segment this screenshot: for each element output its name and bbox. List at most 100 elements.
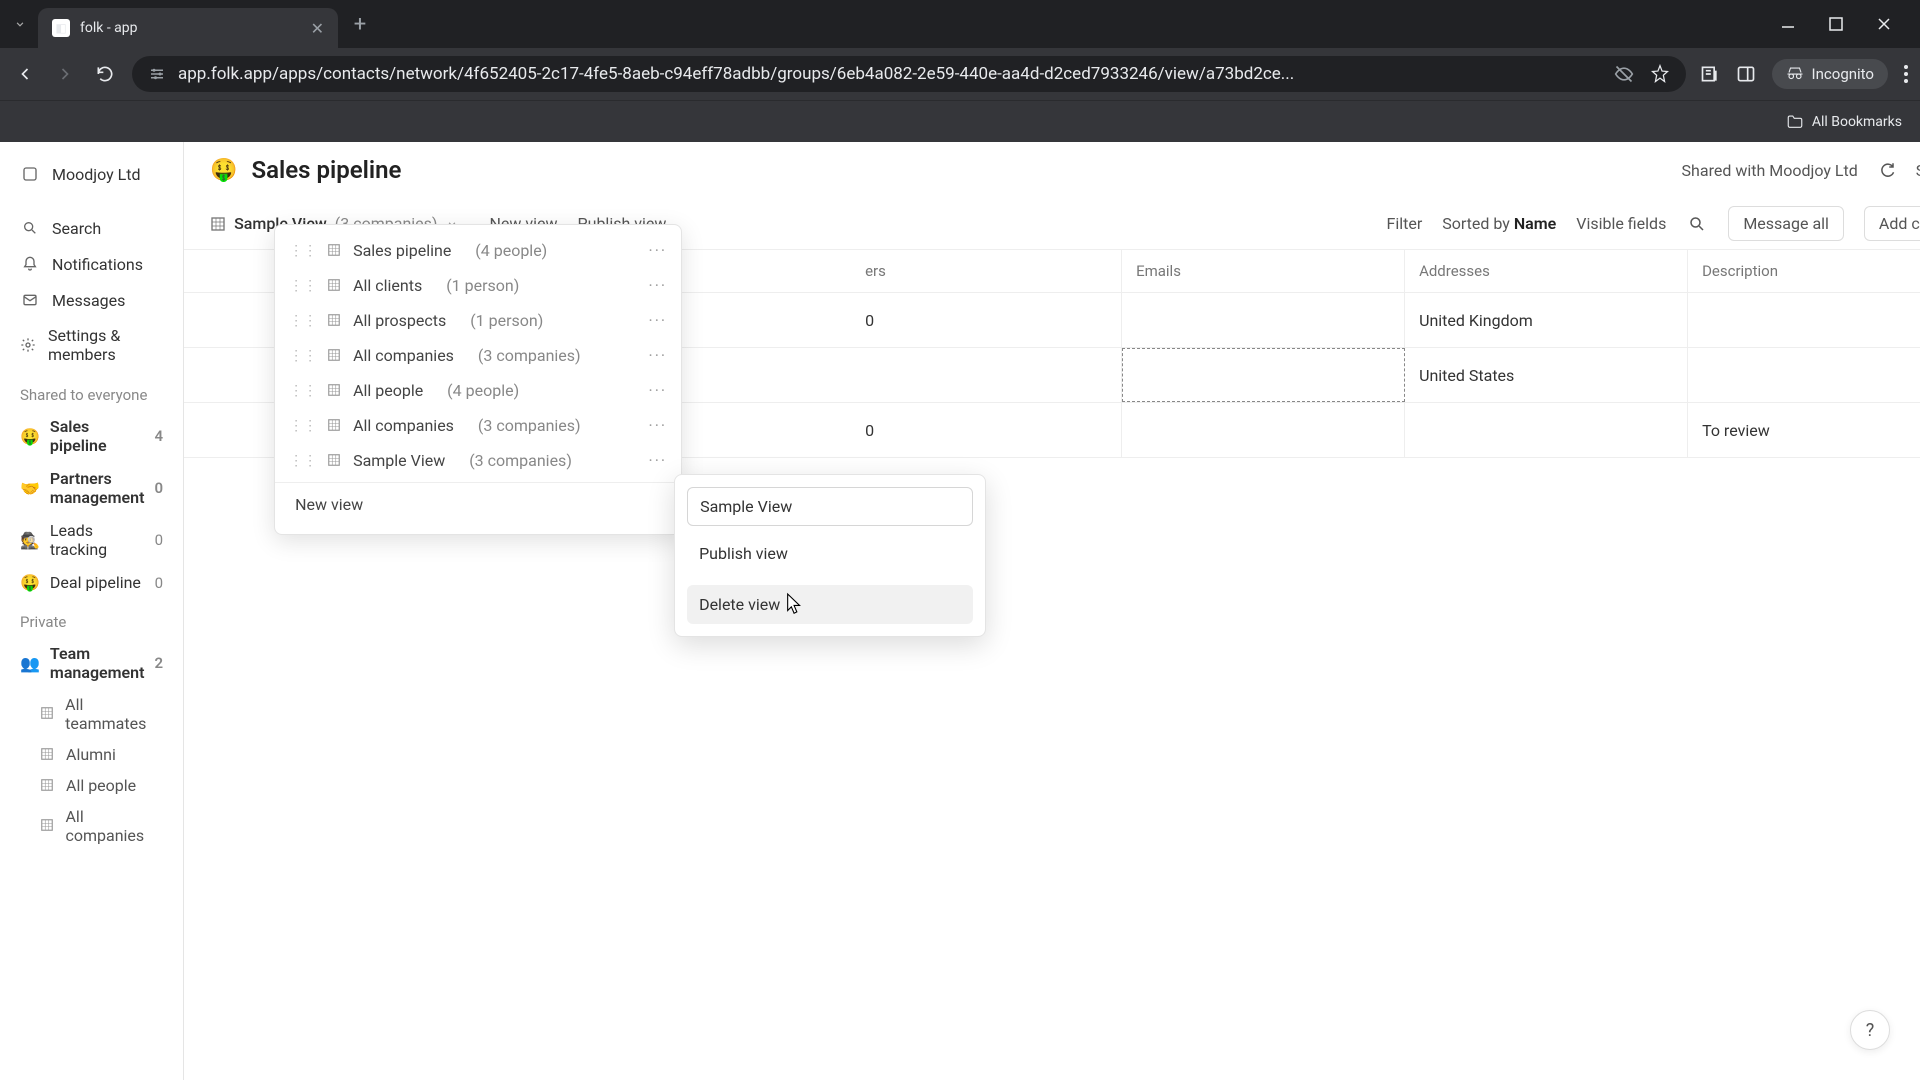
view-option-name: All clients — [353, 276, 422, 295]
nav-reload-icon[interactable] — [92, 61, 118, 87]
browser-menu-icon[interactable] — [1904, 65, 1908, 83]
view-option-name: Sales pipeline — [353, 241, 451, 260]
cell-phone[interactable]: 0 — [839, 293, 1122, 347]
sidebar-group-leads[interactable]: 🕵️Leads tracking0 — [10, 514, 173, 566]
reading-list-icon[interactable] — [1700, 64, 1720, 84]
add-companies-button[interactable]: Add companies — [1864, 206, 1920, 241]
cell-address[interactable] — [1405, 403, 1688, 457]
group-count: 2 — [154, 654, 163, 672]
drag-handle-icon[interactable]: ⋮⋮ — [289, 313, 317, 329]
all-bookmarks-button[interactable]: All Bookmarks — [1786, 113, 1902, 131]
cell-email[interactable] — [1122, 293, 1405, 347]
drag-handle-icon[interactable]: ⋮⋮ — [289, 383, 317, 399]
rename-view-input[interactable] — [687, 487, 973, 526]
table-search-icon[interactable] — [1686, 213, 1708, 235]
cell-description[interactable]: To review — [1688, 403, 1920, 457]
sidebar-group-sales-pipeline[interactable]: 🤑Sales pipeline4 — [10, 410, 173, 462]
envelope-icon — [20, 290, 40, 310]
window-maximize-icon[interactable] — [1826, 14, 1846, 34]
all-bookmarks-label: All Bookmarks — [1812, 114, 1902, 130]
sidebar-subitem-allcompanies[interactable]: All companies — [10, 801, 173, 851]
sidebar-subitem-teammates[interactable]: All teammates — [10, 689, 173, 739]
view-option-count: (1 person) — [446, 276, 519, 295]
view-more-icon[interactable]: ··· — [649, 381, 668, 400]
sync-icon[interactable] — [1878, 161, 1896, 179]
table-icon — [40, 778, 56, 794]
eye-off-icon[interactable] — [1614, 64, 1634, 84]
message-all-button[interactable]: Message all — [1728, 206, 1844, 241]
view-option-count: (1 person) — [470, 311, 543, 330]
drag-handle-icon[interactable]: ⋮⋮ — [289, 278, 317, 294]
tab-close-icon[interactable]: ✕ — [311, 19, 324, 38]
view-more-icon[interactable]: ··· — [649, 276, 668, 295]
browser-tab[interactable]: ◧ folk - app ✕ — [38, 8, 338, 48]
drag-handle-icon[interactable]: ⋮⋮ — [289, 243, 317, 259]
page-header: 🤑 Sales pipeline Shared with Moodjoy Ltd… — [184, 142, 1920, 198]
column-header-phone[interactable]: ers — [839, 250, 1122, 292]
view-option[interactable]: ⋮⋮All companies (3 companies)··· — [275, 408, 681, 443]
url-bar[interactable]: app.folk.app/apps/contacts/network/4f652… — [132, 56, 1686, 92]
sidebar-notifications[interactable]: Notifications — [10, 246, 173, 282]
window-close-icon[interactable] — [1874, 14, 1894, 34]
sidebar-group-team[interactable]: 👥Team management2 — [10, 637, 173, 689]
tabs-dropdown-icon[interactable] — [8, 12, 32, 36]
view-option-name: All prospects — [353, 311, 446, 330]
context-publish-view[interactable]: Publish view — [687, 534, 973, 573]
incognito-badge[interactable]: Incognito — [1772, 59, 1888, 89]
cell-address[interactable]: United Kingdom — [1405, 293, 1688, 347]
view-more-icon[interactable]: ··· — [649, 241, 668, 260]
sidebar-group-partners[interactable]: 🤝Partners management0 — [10, 462, 173, 514]
sort-button[interactable]: Sorted by Name — [1442, 214, 1556, 233]
sidebar-search[interactable]: Search — [10, 210, 173, 246]
view-option[interactable]: ⋮⋮Sample View (3 companies)··· — [275, 443, 681, 478]
cell-address[interactable]: United States — [1405, 348, 1688, 402]
column-header-emails[interactable]: Emails — [1122, 250, 1405, 292]
sidebar-subitem-alumni[interactable]: Alumni — [10, 739, 173, 770]
drag-handle-icon[interactable]: ⋮⋮ — [289, 348, 317, 364]
sidebar-subitem-allpeople[interactable]: All people — [10, 770, 173, 801]
view-option[interactable]: ⋮⋮All companies (3 companies)··· — [275, 338, 681, 373]
shared-with-label: Shared with Moodjoy Ltd — [1682, 161, 1858, 180]
view-option[interactable]: ⋮⋮All people (4 people)··· — [275, 373, 681, 408]
workspace-switcher[interactable]: Moodjoy Ltd — [10, 156, 173, 192]
browser-toolbar: app.folk.app/apps/contacts/network/4f652… — [0, 48, 1920, 100]
view-option[interactable]: ⋮⋮ Sales pipeline (4 people) ··· — [275, 233, 681, 268]
nav-back-icon[interactable] — [12, 61, 38, 87]
view-option[interactable]: ⋮⋮ All clients (1 person) ··· — [275, 268, 681, 303]
main-content: 🤑 Sales pipeline Shared with Moodjoy Ltd… — [184, 142, 1920, 1080]
cell-description[interactable] — [1688, 293, 1920, 347]
drag-handle-icon[interactable]: ⋮⋮ — [289, 418, 317, 434]
column-header-description[interactable]: Description — [1688, 250, 1920, 292]
column-header-addresses[interactable]: Addresses — [1405, 250, 1688, 292]
dropdown-new-view[interactable]: New view — [275, 482, 681, 526]
table-icon — [210, 216, 226, 232]
view-option[interactable]: ⋮⋮ All prospects (1 person) ··· — [275, 303, 681, 338]
side-panel-icon[interactable] — [1736, 64, 1756, 84]
drag-handle-icon[interactable]: ⋮⋮ — [289, 453, 317, 469]
share-button[interactable]: Share — [1916, 161, 1920, 180]
sidebar-group-deal[interactable]: 🤑Deal pipeline0 — [10, 566, 173, 599]
visible-fields-button[interactable]: Visible fields — [1576, 214, 1666, 233]
context-delete-view[interactable]: Delete view — [687, 585, 973, 624]
cell-phone[interactable]: 0 — [839, 403, 1122, 457]
window-minimize-icon[interactable] — [1778, 14, 1798, 34]
filter-button[interactable]: Filter — [1386, 214, 1422, 233]
view-option-count: (4 people) — [475, 241, 547, 260]
cell-email-selected[interactable] — [1122, 348, 1405, 402]
view-more-icon[interactable]: ··· — [649, 311, 668, 330]
site-settings-icon[interactable] — [148, 65, 166, 83]
view-more-icon[interactable]: ··· — [649, 346, 668, 365]
sidebar-messages[interactable]: Messages — [10, 282, 173, 318]
cell-email[interactable] — [1122, 403, 1405, 457]
cell-phone[interactable] — [839, 348, 1122, 402]
help-button[interactable]: ? — [1850, 1010, 1890, 1050]
bookmark-star-icon[interactable] — [1650, 64, 1670, 84]
view-more-icon[interactable]: ··· — [649, 451, 668, 470]
view-more-icon[interactable]: ··· — [649, 416, 668, 435]
sidebar-settings[interactable]: Settings & members — [10, 318, 173, 372]
cell-description[interactable] — [1688, 348, 1920, 402]
new-tab-button[interactable]: + — [344, 8, 376, 40]
group-count: 0 — [155, 531, 163, 549]
view-option-count: (3 companies) — [478, 416, 581, 435]
group-name: Sales pipeline — [50, 417, 145, 455]
